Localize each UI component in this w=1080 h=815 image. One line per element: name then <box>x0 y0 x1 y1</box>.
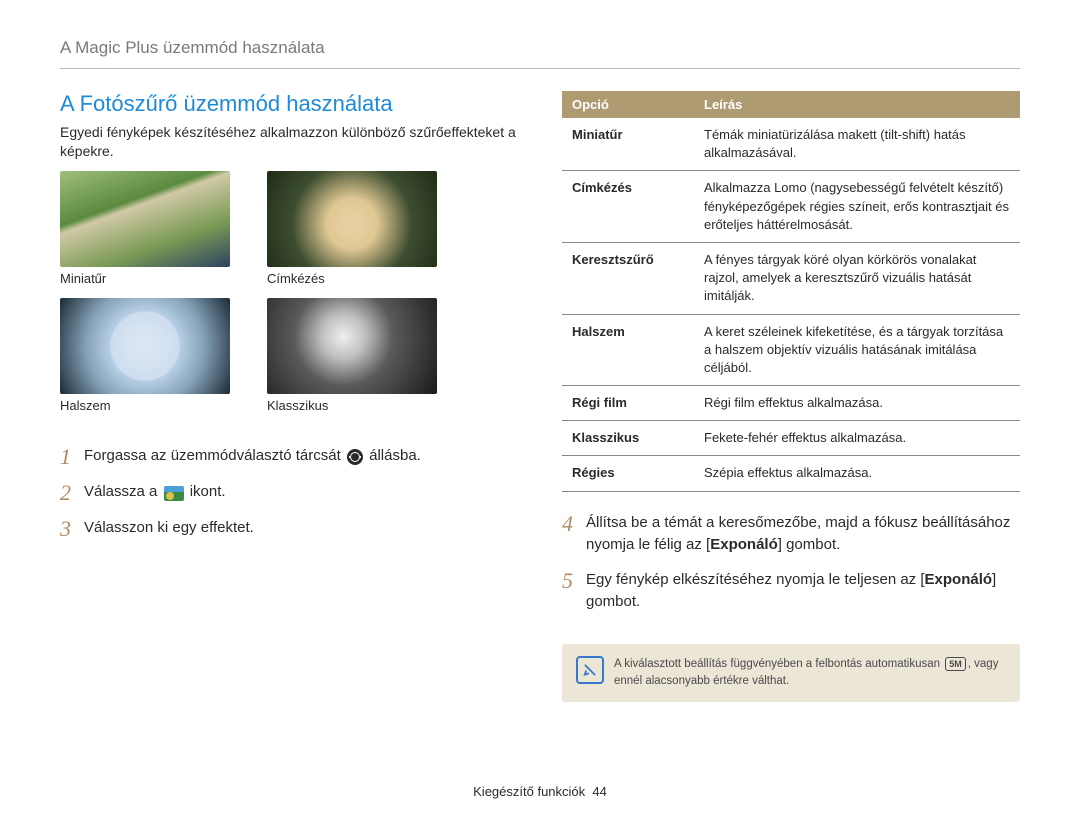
section-title: A Fotószűrő üzemmód használata <box>60 91 518 117</box>
thumb-cimkezes: Címkézés <box>267 171 440 286</box>
step-number: 2 <box>60 481 84 505</box>
option-desc: Alkalmazza Lomo (nagysebességű felvételt… <box>694 171 1020 243</box>
option-desc: Témák miniatürizálása makett (tilt-shift… <box>694 118 1020 171</box>
page-footer: Kiegészítő funkciók 44 <box>0 784 1080 799</box>
right-column: Opció Leírás MiniatűrTémák miniatürizálá… <box>562 91 1020 702</box>
photo-filter-icon <box>162 486 186 499</box>
footer-label: Kiegészítő funkciók <box>473 784 585 799</box>
steps-right: 4 Állítsa be a témát a keresőmezőbe, maj… <box>562 512 1020 614</box>
option-name: Címkézés <box>562 171 694 243</box>
step-text: Egy fénykép elkészítéséhez nyomja le tel… <box>586 571 925 588</box>
thumb-label: Klasszikus <box>267 398 440 413</box>
option-name: Régi film <box>562 386 694 421</box>
breadcrumb: A Magic Plus üzemmód használata <box>60 38 1020 69</box>
thumbnail-grid: Miniatűr Címkézés Halszem Klasszikus <box>60 171 440 413</box>
option-desc: A fényes tárgyak köré olyan körkörös von… <box>694 242 1020 314</box>
shutter-label: Exponáló <box>925 571 993 588</box>
step-text: Forgassa az üzemmódválasztó tárcsát <box>84 447 345 464</box>
thumb-klasszikus: Klasszikus <box>267 298 440 413</box>
step-text: Válassza a <box>84 483 162 500</box>
note-icon <box>576 656 604 684</box>
thumb-label: Címkézés <box>267 271 440 286</box>
resolution-badge: 5M <box>945 657 966 671</box>
shutter-label: Exponáló <box>710 536 778 553</box>
step-4: 4 Állítsa be a témát a keresőmezőbe, maj… <box>562 512 1020 557</box>
step-5: 5 Egy fénykép elkészítéséhez nyomja le t… <box>562 569 1020 614</box>
thumb-image-cimkezes <box>267 171 437 267</box>
option-name: Keresztszűrő <box>562 242 694 314</box>
step-2: 2 Válassza a ikont. <box>60 481 518 505</box>
table-row: CímkézésAlkalmazza Lomo (nagysebességű f… <box>562 171 1020 243</box>
table-row: Régi filmRégi film effektus alkalmazása. <box>562 386 1020 421</box>
step-number: 3 <box>60 517 84 541</box>
step-number: 1 <box>60 445 84 469</box>
step-3: 3 Válasszon ki egy effektet. <box>60 517 518 541</box>
step-text: ] gombot. <box>778 536 841 553</box>
mode-dial-icon <box>345 449 365 463</box>
options-table: Opció Leírás MiniatűrTémák miniatürizálá… <box>562 91 1020 492</box>
option-name: Klasszikus <box>562 421 694 456</box>
option-desc: Régi film effektus alkalmazása. <box>694 386 1020 421</box>
thumb-miniatur: Miniatűr <box>60 171 233 286</box>
thumb-image-klasszikus <box>267 298 437 394</box>
thumb-image-halszem <box>60 298 230 394</box>
table-row: MiniatűrTémák miniatürizálása makett (ti… <box>562 118 1020 171</box>
table-row: HalszemA keret széleinek kifeketítése, é… <box>562 314 1020 386</box>
option-name: Régies <box>562 456 694 491</box>
table-row: KeresztszűrőA fényes tárgyak köré olyan … <box>562 242 1020 314</box>
left-column: A Fotószűrő üzemmód használata Egyedi fé… <box>60 91 518 702</box>
step-text: ikont. <box>186 483 226 500</box>
manual-page: A Magic Plus üzemmód használata A Fotósz… <box>0 0 1080 815</box>
step-1: 1 Forgassa az üzemmódválasztó tárcsát ál… <box>60 445 518 469</box>
steps-left: 1 Forgassa az üzemmódválasztó tárcsát ál… <box>60 445 518 542</box>
table-row: RégiesSzépia effektus alkalmazása. <box>562 456 1020 491</box>
footer-page: 44 <box>592 784 606 799</box>
option-desc: Szépia effektus alkalmazása. <box>694 456 1020 491</box>
step-number: 4 <box>562 512 586 536</box>
step-number: 5 <box>562 569 586 593</box>
thumb-halszem: Halszem <box>60 298 233 413</box>
note-text: A kiválasztott beállítás függvényében a … <box>614 658 943 670</box>
option-name: Miniatűr <box>562 118 694 171</box>
option-desc: Fekete-fehér effektus alkalmazása. <box>694 421 1020 456</box>
option-desc: A keret széleinek kifeketítése, és a tár… <box>694 314 1020 386</box>
thumb-image-miniatur <box>60 171 230 267</box>
table-row: KlasszikusFekete-fehér effektus alkalmaz… <box>562 421 1020 456</box>
thumb-label: Miniatűr <box>60 271 233 286</box>
section-intro: Egyedi fényképek készítéséhez alkalmazzo… <box>60 123 518 161</box>
note-box: A kiválasztott beállítás függvényében a … <box>562 644 1020 703</box>
table-head-option: Opció <box>562 91 694 118</box>
step-text: Válasszon ki egy effektet. <box>84 517 518 540</box>
option-name: Halszem <box>562 314 694 386</box>
thumb-label: Halszem <box>60 398 233 413</box>
table-head-desc: Leírás <box>694 91 1020 118</box>
step-text: állásba. <box>365 447 421 464</box>
